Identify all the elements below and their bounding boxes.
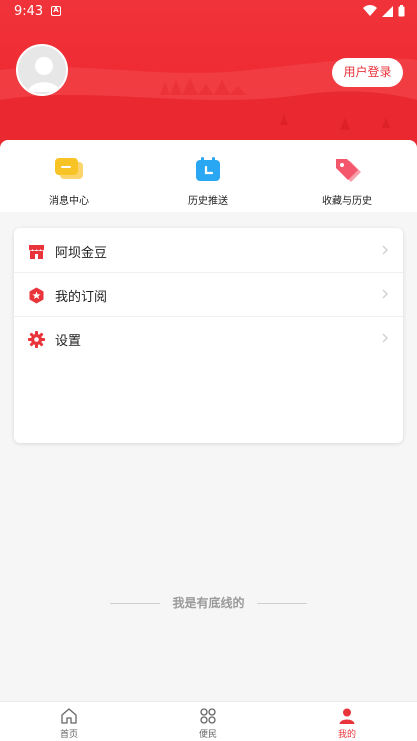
chevron-right-icon xyxy=(382,289,388,299)
end-of-list-label: 我是有底线的 xyxy=(172,596,245,610)
calendar-icon xyxy=(196,157,220,181)
avatar[interactable] xyxy=(16,44,68,96)
menu-list: 阿坝金豆 我的订阅 设置 xyxy=(14,229,403,361)
divider xyxy=(256,603,307,604)
signal-icon xyxy=(382,5,393,17)
tile-label: 消息中心 xyxy=(49,196,89,207)
menu-item-label: 阿坝金豆 xyxy=(55,246,108,261)
menu-item-subscriptions[interactable]: 我的订阅 xyxy=(14,273,403,317)
menu-item-gold-beans[interactable]: 阿坝金豆 xyxy=(14,229,403,273)
tile-history-push[interactable]: 历史推送 xyxy=(158,156,258,207)
grid-icon xyxy=(200,708,216,724)
tab-home[interactable]: 首页 xyxy=(39,707,99,740)
divider xyxy=(110,603,161,604)
tile-label: 历史推送 xyxy=(188,196,228,207)
notification-icon: A xyxy=(51,6,61,16)
chevron-right-icon xyxy=(382,333,388,343)
shop-icon xyxy=(29,245,44,259)
menu-item-label: 我的订阅 xyxy=(55,290,108,305)
tab-convenience[interactable]: 便民 xyxy=(178,707,238,740)
gear-icon xyxy=(28,331,45,348)
tab-label: 首页 xyxy=(59,730,78,740)
login-button[interactable]: 用户登录 xyxy=(332,58,403,87)
status-bar: 9:43 A xyxy=(0,0,417,24)
status-icons xyxy=(363,5,405,17)
end-of-list-text: 我是有底线的 xyxy=(0,594,417,611)
profile-header: 9:43 A 用户登录 xyxy=(0,0,417,160)
battery-icon xyxy=(398,5,405,17)
message-icon xyxy=(55,158,83,179)
tab-label: 我的 xyxy=(337,730,356,740)
chevron-right-icon xyxy=(382,245,388,255)
tab-mine[interactable]: 我的 xyxy=(317,707,377,740)
quick-actions: 消息中心 历史推送 收藏与历史 xyxy=(0,140,417,212)
wifi-icon xyxy=(363,5,377,16)
tile-label: 收藏与历史 xyxy=(322,196,372,207)
home-icon xyxy=(61,708,77,724)
tab-label: 便民 xyxy=(198,730,217,740)
status-time: 9:43 xyxy=(14,4,44,19)
menu-item-settings[interactable]: 设置 xyxy=(14,317,403,361)
star-badge-icon xyxy=(29,287,44,304)
bottom-tab-bar: 首页 便民 我的 xyxy=(0,701,417,741)
menu-item-label: 设置 xyxy=(55,334,82,349)
tile-message-center[interactable]: 消息中心 xyxy=(19,156,119,207)
tag-icon xyxy=(336,159,361,182)
user-icon xyxy=(339,708,355,724)
tile-favorites-history[interactable]: 收藏与历史 xyxy=(297,156,397,207)
